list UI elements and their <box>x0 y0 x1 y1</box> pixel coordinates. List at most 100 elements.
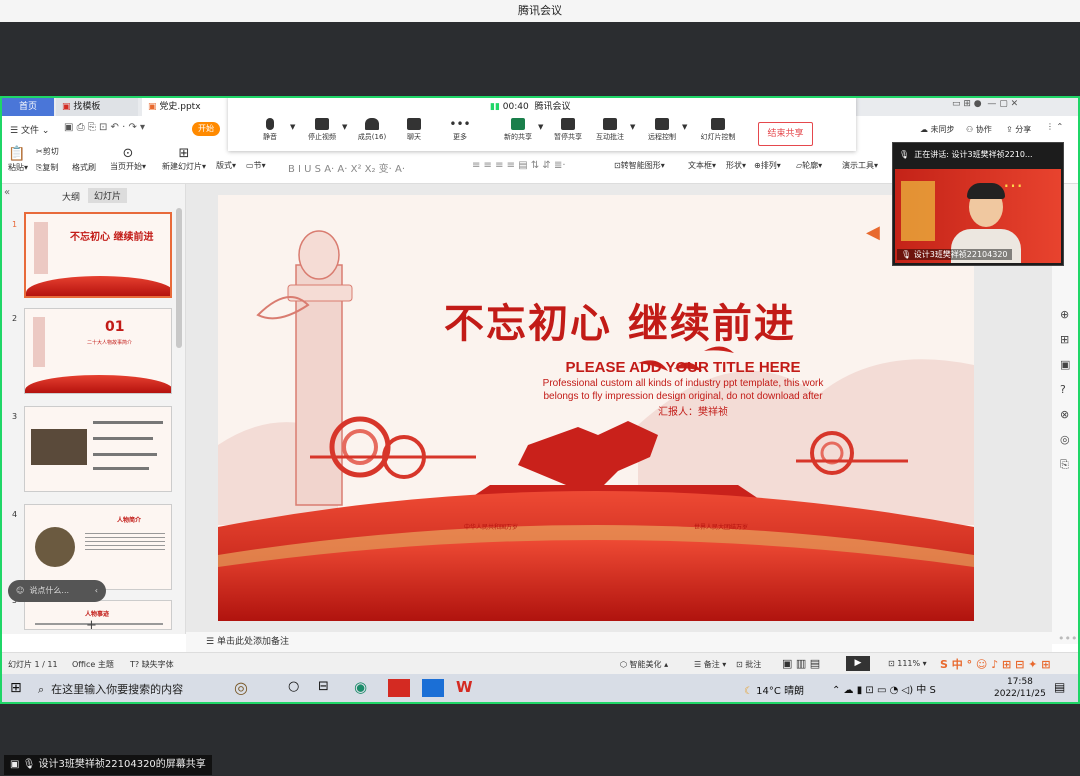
share-options-caret[interactable]: ▼ <box>538 123 543 131</box>
new-share-button[interactable]: 新的共享 <box>496 118 540 142</box>
screen-icon: ▣ <box>10 759 20 770</box>
thumb-number: 3 <box>12 412 18 421</box>
textbox-button[interactable]: 文本框▾ <box>688 160 716 171</box>
zoom-level[interactable]: ⊡ 111% ▾ <box>888 659 927 668</box>
pause-share-button[interactable]: 暂停共享 <box>546 118 590 142</box>
task-view-icon[interactable]: ⊟ <box>318 679 329 694</box>
chat-button[interactable]: 聊天 <box>392 118 436 142</box>
thumb-text-line <box>93 467 149 470</box>
paragraph-tools[interactable]: ≡ ≡ ≡ ≡ ▤ ⇅ ⇵ ≣· <box>472 160 566 171</box>
slide-thumb-1[interactable]: 不忘初心 继续前进 <box>24 212 172 298</box>
file-menu[interactable]: ☰ 文件 ⌄ <box>10 123 49 136</box>
collapse-panel-icon[interactable]: « <box>4 187 10 198</box>
slide-control-button[interactable]: 幻灯片控制 <box>692 118 744 142</box>
paste-button[interactable]: 📋 粘贴▾ <box>8 146 28 173</box>
more-options-icon[interactable]: ••• <box>1058 632 1077 645</box>
mute-options-caret[interactable]: ▼ <box>290 123 295 131</box>
annotate-button[interactable]: 互动批注 <box>588 118 632 142</box>
collab-button[interactable]: ⚇ 协作 <box>966 124 992 135</box>
notification-icon[interactable]: ▤ <box>1054 680 1065 694</box>
video-tile[interactable]: 🎙 正在讲话: 设计3班樊祥祯2210... ⋯ 🎙 设计3班樊祥祯221043… <box>892 142 1064 266</box>
slide-thumb-5[interactable]: 人物事迹 <box>24 600 172 630</box>
thumb-number: 1 <box>12 220 18 229</box>
more-icon[interactable]: ⋮ ⌃ <box>1046 122 1063 131</box>
chat-input[interactable]: ☺ 说点什么... ‹ <box>8 580 106 602</box>
thumb-number: 4 <box>12 510 18 519</box>
play-current-button[interactable]: ⊙ 当页开始▾ <box>110 146 146 172</box>
quick-access-icons[interactable]: ▣ ⎙ ⎘ ⊡ ↶ · ↷ ▾ <box>64 122 145 133</box>
tab-slides[interactable]: 幻灯片 <box>88 188 128 203</box>
shape-button[interactable]: 形状▾ <box>726 160 746 171</box>
collapse-chat-icon[interactable]: ‹ <box>95 580 98 602</box>
thumb-pillar <box>33 317 45 367</box>
clock[interactable]: 17:58 2022/11/25 <box>994 676 1046 700</box>
sync-status[interactable]: ☁ 未同步 <box>920 124 955 135</box>
slide-thumb-3[interactable] <box>24 406 172 492</box>
annotate-options-caret[interactable]: ▼ <box>630 123 635 131</box>
slide-reporter: 汇报人：樊祥祯 <box>658 407 728 418</box>
system-tray-icons[interactable]: ⌃ ☁ ▮ ⊡ ▭ ◔ ◁) 中 S <box>832 681 936 696</box>
view-mode-icons[interactable]: ▣ ▥ ▤ <box>782 657 820 670</box>
thumb-red-wave <box>25 375 171 393</box>
copy-button[interactable]: ⎘复制 <box>36 162 58 173</box>
slide-subtitle-line2: belongs to fly impression design origina… <box>543 391 823 402</box>
right-tool-icons[interactable]: ⊕ ⊞ ▣? ⊗ ◎ ⎘ <box>1060 302 1070 477</box>
thumb-title: 不忘初心 继续前进 <box>70 232 154 243</box>
slide-control-icon <box>711 118 725 130</box>
window-controls[interactable]: ▭ ⊞ ● — ▢ ✕ <box>952 99 1018 109</box>
layout-button[interactable]: 版式▾ <box>216 160 236 171</box>
slide-thumb-4[interactable]: 人物简介 <box>24 504 172 590</box>
remote-options-caret[interactable]: ▼ <box>682 123 687 131</box>
members-button[interactable]: 成员(16) <box>350 118 394 142</box>
smart-beautify-button[interactable]: ⬡ 智能美化 ▴ <box>620 659 668 670</box>
panel-scrollbar[interactable] <box>176 208 182 348</box>
main-slide[interactable]: 不忘初心 继续前进 PLEASE ADD YOUR TITLE HERE Pro… <box>218 195 974 621</box>
notes-bar[interactable]: ☰ 单击此处添加备注 <box>186 632 1052 652</box>
mute-button[interactable]: 静音 <box>248 118 292 142</box>
thumb-text-line <box>93 453 157 456</box>
section-button[interactable]: ▭节▾ <box>246 160 266 171</box>
annotate-toggle[interactable]: ⊡ 批注 <box>736 659 761 670</box>
missing-font-button[interactable]: T? 缺失字体 <box>130 659 174 670</box>
thumb-red-wave <box>26 276 170 296</box>
remote-control-button[interactable]: 远程控制 <box>640 118 684 142</box>
arrange-button[interactable]: ⊕排列▾ <box>754 160 781 171</box>
stop-video-button[interactable]: 停止视频 <box>300 118 344 142</box>
wps-office-icon[interactable]: W <box>456 678 473 696</box>
taskbar-search[interactable]: ⌕ 在这里输入你要搜索的内容 <box>38 681 183 697</box>
format-painter-button[interactable]: 格式刷 <box>72 162 96 173</box>
wps-presentation-icon[interactable] <box>388 679 410 697</box>
start-menu-icon[interactable]: ⊞ <box>10 680 22 696</box>
weather-widget[interactable]: ☾ 14°C 晴朗 <box>744 682 804 697</box>
cut-button[interactable]: ✂剪切 <box>36 146 59 157</box>
share-button[interactable]: ⇪ 分享 <box>1006 124 1031 135</box>
new-slide-button[interactable]: ⊞ 新建幻灯片▾ <box>162 146 206 172</box>
search-highlight-icon[interactable]: ◎ <box>234 678 248 697</box>
thumb-text-line <box>93 421 163 424</box>
add-slide-icon[interactable]: + <box>86 618 97 633</box>
video-options-caret[interactable]: ▼ <box>342 123 347 131</box>
mic-icon: 🎙 <box>22 759 36 770</box>
ime-toolbar[interactable]: S 中 ° ☺ ♪ ⊞ ⊟ ✦ ⊞ <box>940 656 1050 672</box>
tencent-meeting-icon[interactable] <box>422 679 444 697</box>
presentation-tools-button[interactable]: 演示工具▾ <box>842 160 878 171</box>
font-style-tools[interactable]: B I U S A· A· X² X₂ 变· A· <box>288 160 405 175</box>
start-button[interactable]: 开始 <box>192 122 220 136</box>
end-share-button[interactable]: 结束共享 <box>758 122 813 146</box>
more-button[interactable]: ••• 更多 <box>438 118 482 142</box>
edge-icon[interactable]: ◉ <box>354 678 367 696</box>
outline-button[interactable]: ▱轮廓▾ <box>796 160 822 171</box>
slide-thumb-2[interactable]: 01 二十大人物故事简介 <box>24 308 172 394</box>
play-slideshow-button[interactable]: ▶ <box>846 656 870 671</box>
tab-find-template[interactable]: ▣ 找模板 <box>56 98 138 116</box>
audio-icon[interactable]: ◀ <box>866 222 880 243</box>
tab-document[interactable]: ▣ 党史.pptx <box>142 98 232 116</box>
cortana-icon[interactable]: ○ <box>288 679 299 694</box>
notes-toggle[interactable]: ☰ 备注 ▾ <box>694 659 726 670</box>
status-bar: 幻灯片 1 / 11 Office 主题 T? 缺失字体 ⬡ 智能美化 ▴ ☰ … <box>0 652 1080 674</box>
tab-home[interactable]: 首页 <box>2 98 54 116</box>
pptx-icon: ▣ <box>148 102 157 112</box>
smartart-button[interactable]: ⊡转智能图形▾ <box>614 160 665 171</box>
thumb-pillar <box>34 222 48 274</box>
tab-outline[interactable]: 大纲 <box>62 190 80 203</box>
